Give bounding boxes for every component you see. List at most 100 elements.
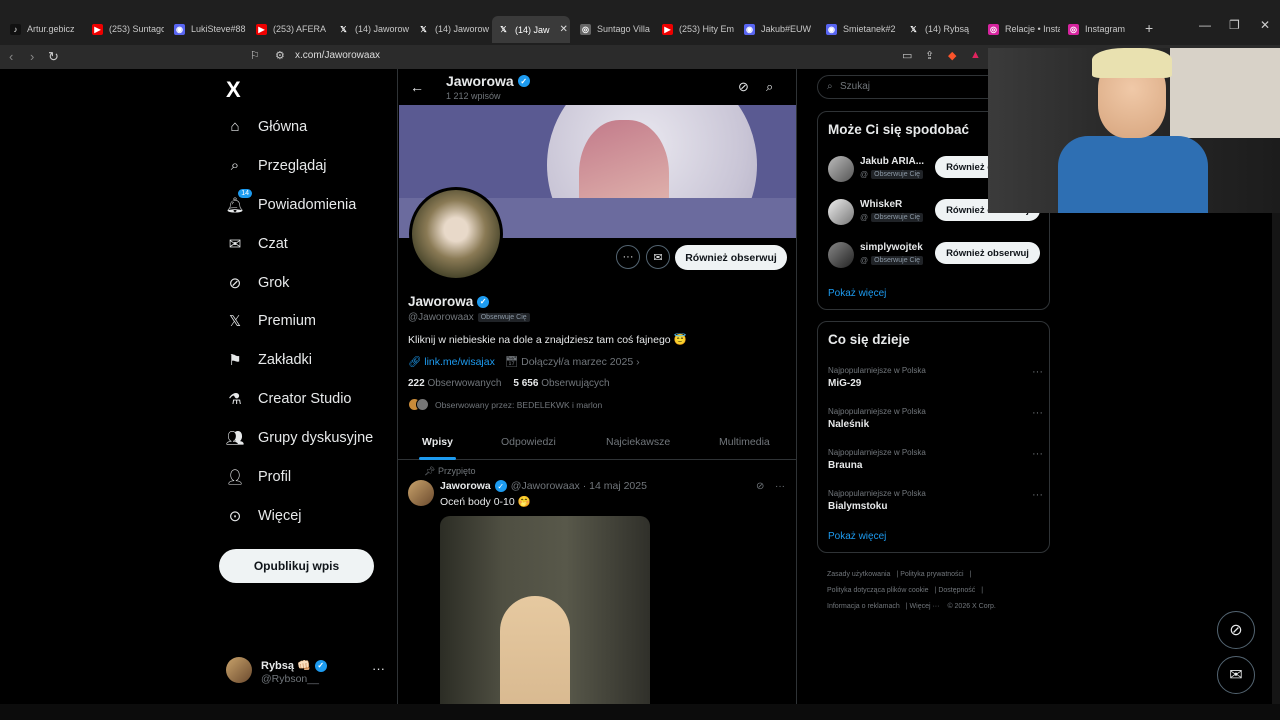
profile-stats: 222 Obserwowanych 5 656 Obserwujących bbox=[408, 378, 610, 389]
x-icon: 𝕏 bbox=[500, 25, 507, 34]
grok-icon[interactable]: ⊘ bbox=[756, 481, 764, 492]
verified-badge-icon: ✓ bbox=[494, 480, 507, 492]
cast-icon[interactable]: ▭ bbox=[902, 49, 912, 62]
close-tab-icon[interactable]: ✕ bbox=[560, 24, 568, 35]
x-icon: 𝕏 bbox=[340, 24, 347, 34]
more-options-icon[interactable]: ··· bbox=[372, 661, 385, 676]
x-logo[interactable]: X bbox=[226, 77, 241, 103]
nav-item-communities[interactable]: 👥︎ Grupy dyskusyjne bbox=[225, 418, 373, 457]
back-arrow-icon[interactable]: ← bbox=[410, 79, 424, 95]
more-options-icon[interactable]: ··· bbox=[1032, 366, 1043, 378]
follow-back-button[interactable]: Również obserwuj bbox=[675, 245, 787, 270]
instagram-icon: ◎ bbox=[1068, 23, 1079, 35]
calendar-icon: 📅︎ bbox=[504, 356, 522, 368]
search-icon[interactable]: ⌕ bbox=[766, 79, 773, 95]
browser-tab[interactable]: ◉ Smietanek#2 bbox=[820, 18, 898, 40]
site-settings-icon[interactable]: ⚙ bbox=[275, 49, 285, 62]
trend-item[interactable]: Najpopularniejsze w Polska Bialymstoku ··· bbox=[828, 489, 1043, 512]
footer-link[interactable]: Polityka prywatności bbox=[900, 571, 963, 578]
browser-tab[interactable]: ♪ Artur.gebicz bbox=[4, 18, 82, 40]
message-icon[interactable]: ✉ bbox=[646, 245, 670, 269]
new-tab-button[interactable]: + bbox=[1145, 20, 1153, 36]
nav-item-profile[interactable]: 👤︎ Profil bbox=[225, 457, 291, 496]
tweet-image[interactable] bbox=[440, 516, 650, 720]
pin-icon: 📌︎ bbox=[424, 466, 438, 476]
browser-tab-active[interactable]: 𝕏 (14) Jaw ✕ bbox=[492, 16, 570, 43]
nav-item-home[interactable]: ⌂ Główna bbox=[226, 107, 307, 146]
following-stat[interactable]: 222 Obserwowanych bbox=[408, 378, 501, 389]
show-more-link[interactable]: Pokaż więcej bbox=[828, 531, 886, 542]
followers-stat[interactable]: 5 656 Obserwujących bbox=[513, 378, 609, 389]
show-more-link[interactable]: Pokaż więcej bbox=[828, 288, 886, 299]
profile-meta: 🔗︎ link.me/wisajax 📅︎ Dołączył/a marzec … bbox=[408, 355, 640, 368]
more-options-icon[interactable]: ··· bbox=[1032, 489, 1043, 501]
share-icon[interactable]: ⇪ bbox=[925, 49, 934, 62]
browser-tab[interactable]: ◎ Relacje • Insta bbox=[982, 18, 1060, 40]
more-options-icon[interactable]: ··· bbox=[775, 481, 785, 492]
restore-icon[interactable]: ❐ bbox=[1229, 18, 1240, 32]
flask-icon: ⚗ bbox=[228, 390, 242, 408]
trend-item[interactable]: Najpopularniejsze w Polska Brauna ··· bbox=[828, 448, 1043, 471]
tab-replies[interactable]: Odpowiedzi bbox=[501, 436, 556, 448]
more-options-icon[interactable]: ··· bbox=[616, 245, 640, 269]
messages-fab-icon[interactable]: ✉ bbox=[1217, 656, 1255, 694]
browser-tab[interactable]: ▶ (253) AFERA bbox=[250, 18, 328, 40]
tweet-avatar[interactable] bbox=[408, 480, 434, 506]
grok-fab-icon[interactable]: ⊘ bbox=[1217, 611, 1255, 649]
footer-link[interactable]: Dostępność bbox=[938, 587, 975, 594]
browser-tab[interactable]: ▶ (253) Hity Em bbox=[656, 18, 734, 40]
follow-back-button[interactable]: Również obserwuj bbox=[935, 242, 1040, 264]
rewards-icon[interactable]: ▲ bbox=[970, 49, 981, 61]
browser-tab[interactable]: 𝕏 (14) Rybsą bbox=[902, 18, 980, 40]
browser-tab[interactable]: ▶ (253) Suntago bbox=[86, 18, 164, 40]
nav-item-premium[interactable]: 𝕏 Premium bbox=[226, 301, 316, 340]
close-window-icon[interactable]: ✕ bbox=[1260, 18, 1270, 32]
nav-item-grok[interactable]: ⊘ Grok bbox=[226, 263, 290, 302]
more-options-icon[interactable]: ··· bbox=[1032, 448, 1043, 460]
nav-item-explore[interactable]: ⌕ Przeglądaj bbox=[226, 146, 327, 185]
trend-item[interactable]: Najpopularniejsze w Polska MiG-29 ··· bbox=[828, 366, 1043, 389]
nav-item-more[interactable]: ⊙ Więcej bbox=[226, 496, 302, 535]
tab-highlights[interactable]: Najciekawsze bbox=[606, 436, 670, 448]
browser-tab[interactable]: ◉ Jakub#EUW bbox=[738, 18, 816, 40]
back-nav-icon[interactable]: ‹ bbox=[9, 49, 13, 64]
brave-shield-icon[interactable]: ◆ bbox=[948, 49, 956, 62]
minimize-icon[interactable]: — bbox=[1199, 18, 1211, 32]
footer-link[interactable]: Więcej ··· bbox=[910, 603, 940, 610]
bookmark-page-icon[interactable]: ⚐ bbox=[250, 49, 260, 62]
tab-media[interactable]: Multimedia bbox=[719, 436, 770, 448]
tab-posts[interactable]: Wpisy bbox=[422, 436, 453, 448]
reload-icon[interactable]: ↻ bbox=[48, 49, 59, 65]
browser-tab[interactable]: 𝕏 (14) Jaworow bbox=[412, 18, 490, 40]
forward-nav-icon[interactable]: › bbox=[30, 49, 34, 64]
nav-item-creator-studio[interactable]: ⚗ Creator Studio bbox=[226, 379, 351, 418]
joined-date[interactable]: 📅︎ Dołączył/a marzec 2025 › bbox=[505, 355, 640, 368]
profile-avatar[interactable] bbox=[409, 187, 503, 281]
search-icon: ⌕ bbox=[827, 81, 833, 92]
trend-item[interactable]: Najpopularniejsze w Polska Naleśnik ··· bbox=[828, 407, 1043, 430]
more-options-icon[interactable]: ··· bbox=[1032, 407, 1043, 419]
followed-by[interactable]: Obserwowany przez: BEDELEKWK i marlon bbox=[408, 398, 602, 411]
footer-link[interactable]: Informacja o reklamach bbox=[827, 603, 900, 610]
tweet-text: Oceń body 0-10 🤭 bbox=[440, 496, 531, 508]
browser-tab[interactable]: ◎ Instagram bbox=[1062, 18, 1140, 40]
grok-icon[interactable]: ⊘ bbox=[738, 79, 749, 95]
profile-link[interactable]: 🔗︎ link.me/wisajax bbox=[408, 355, 495, 368]
url-field[interactable]: x.com/Jaworowaax bbox=[295, 50, 380, 61]
browser-tab[interactable]: ◎ Suntago Villa bbox=[574, 18, 652, 40]
footer-link[interactable]: Zasady użytkowania bbox=[827, 571, 890, 578]
footer-link[interactable]: Polityka dotycząca plików cookie bbox=[827, 587, 929, 594]
browser-tab[interactable]: ◉ LukiSteve#88 bbox=[168, 18, 246, 40]
browser-tab[interactable]: 𝕏 (14) Jaworow bbox=[332, 18, 410, 40]
x-icon: 𝕏 bbox=[420, 24, 427, 34]
suggested-user[interactable]: simplywojtek @ Obserwuje Cię Również obs… bbox=[828, 240, 1043, 274]
x-logo-icon: 𝕏 bbox=[228, 312, 242, 330]
nav-item-notifications[interactable]: 🔔︎ 14 Powiadomienia bbox=[225, 185, 356, 224]
account-switcher[interactable]: Rybsą 👊🏻 ✓ @Rybson__ ··· bbox=[226, 657, 386, 687]
card-title: Może Ci się spodobać bbox=[828, 122, 970, 137]
notification-badge: 14 bbox=[238, 188, 252, 198]
nav-item-bookmarks[interactable]: ⚑ Zakładki bbox=[226, 340, 312, 379]
post-button[interactable]: Opublikuj wpis bbox=[219, 549, 374, 583]
nav-item-chat[interactable]: ✉ Czat bbox=[226, 224, 288, 263]
profile-column: ← Jaworowa ✓ 1 212 wpisów ⊘ ⌕ ··· ✉ Równi… bbox=[397, 69, 797, 720]
